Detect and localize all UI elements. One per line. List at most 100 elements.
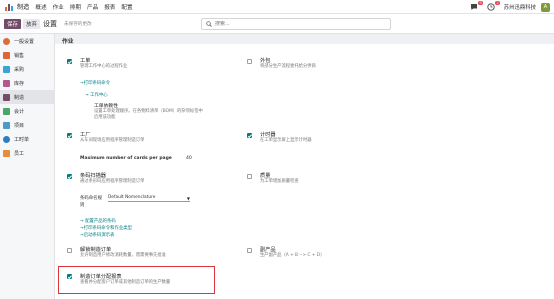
workcenters-link[interactable]: → 工作中心	[85, 92, 108, 98]
sidebar-item-label: 项目	[14, 122, 25, 129]
apps-menu-icon[interactable]	[4, 2, 14, 12]
shopfloor-checkbox[interactable]	[67, 133, 72, 138]
shopfloor-desc: 从车间现场应用程序管理制造订单	[80, 138, 145, 143]
chat-icon	[471, 4, 478, 10]
link-label: 打印条码命令和作业类型	[83, 226, 132, 231]
timer-title: 计时器	[260, 132, 276, 138]
subcontracting-title: 外包	[260, 58, 271, 64]
sidebar-item-label: 采购	[14, 66, 25, 73]
barcode-checkbox[interactable]	[67, 174, 72, 179]
nomenclature-select[interactable]: Default Nomenclature ▼	[108, 195, 190, 202]
print-barcode-commands-link[interactable]: →打印条码命令	[80, 80, 110, 86]
activities-button[interactable]: 2	[487, 0, 500, 12]
accounting-icon	[3, 107, 10, 115]
byproducts-checkbox[interactable]	[247, 248, 252, 253]
timer-desc: 在工单显示屏上显示计时器	[260, 138, 312, 143]
save-button[interactable]: 保存	[4, 19, 21, 29]
section-title: 作业	[62, 39, 74, 45]
menu-item-planning[interactable]: 排期	[70, 3, 81, 11]
timesheets-icon	[3, 135, 10, 143]
workorder-dependencies-title: 工单依赖性	[94, 104, 118, 109]
clock-icon	[487, 3, 495, 11]
byproducts-desc: 生产副产品（A + B --> C + D）	[260, 253, 325, 258]
app-name[interactable]: 制造	[17, 2, 29, 11]
general-settings-icon	[3, 37, 10, 45]
sidebar-item-label: 员工	[14, 150, 25, 157]
discard-button[interactable]: 放弃	[23, 19, 40, 29]
link-label: 工作中心	[90, 93, 108, 98]
top-navbar: 制造 概述 作业 排期 产品 报表 配置 9 2 苏州迅鼎科技 A	[0, 0, 554, 14]
menu-item-reporting[interactable]: 报表	[104, 3, 115, 11]
sidebar-item-purchase[interactable]: 采购	[0, 62, 54, 76]
unlock-mo-checkbox[interactable]	[67, 248, 72, 253]
nomenclature-select-value: Default Nomenclature	[108, 195, 156, 200]
unlock-mo-title: 解锁制造订单	[80, 247, 112, 253]
project-icon	[3, 121, 10, 129]
barcode-demo-sheet-link[interactable]: →启动条码演示表	[80, 232, 114, 238]
search-input[interactable]	[215, 21, 375, 27]
menu-item-overview[interactable]: 概述	[35, 3, 46, 11]
subcontracting-desc: 将部分生产流程委托给分供商	[260, 64, 316, 69]
sidebar-item-label: 一般设置	[14, 38, 35, 45]
sidebar-item-timesheets[interactable]: 工时单	[0, 132, 54, 146]
sidebar-item-project[interactable]: 项目	[0, 118, 54, 132]
sidebar-item-manufacturing[interactable]: 制造	[0, 90, 54, 104]
workorders-checkbox[interactable]	[67, 59, 72, 64]
unlock-mo-desc: 允许制造用户修改消耗数量，而需要事先批准	[80, 253, 166, 258]
settings-main: 作业 工单 管理工作中心的过程作业 →打印条码命令 → 工作中心 工单依赖性 设…	[55, 34, 554, 299]
configure-product-barcodes-link[interactable]: → 配置产品的条码	[80, 218, 116, 224]
unsaved-indicator: 未保存的更改	[64, 22, 92, 27]
sidebar-item-employees[interactable]: 员工	[0, 146, 54, 160]
timer-checkbox[interactable]	[247, 133, 252, 138]
caret-down-icon: ▼	[186, 196, 190, 201]
highlight-box	[58, 266, 215, 294]
workorder-dependencies-desc-2: 启用该功能	[94, 115, 116, 120]
messages-button[interactable]: 9	[470, 0, 483, 12]
byproducts-title: 副产品	[260, 247, 276, 253]
subcontracting-checkbox[interactable]	[247, 59, 252, 64]
menu-item-operations[interactable]: 作业	[53, 3, 64, 11]
print-barcode-operation-types-link[interactable]: →打印条码命令和作业类型	[80, 225, 132, 231]
link-label: 配置产品的条码	[85, 219, 116, 224]
sidebar-item-inventory[interactable]: 库存	[0, 76, 54, 90]
workorders-title: 工单	[80, 58, 91, 64]
sidebar-item-sales[interactable]: 销售	[0, 48, 54, 62]
search-icon	[206, 21, 212, 27]
main-menu: 概述 作业 排期 产品 报表 配置	[35, 3, 132, 11]
sidebar-item-label: 制造	[14, 94, 25, 101]
barcode-desc: 通过条形码应用程序管理制造订单	[80, 179, 145, 184]
inventory-icon	[3, 79, 10, 87]
quality-desc: 为工单增加质量检查	[260, 179, 299, 184]
workorders-desc: 管理工作中心的过程作业	[80, 64, 128, 69]
sidebar-item-accounting[interactable]: 会计	[0, 104, 54, 118]
quality-checkbox[interactable]	[247, 174, 252, 179]
purchase-icon	[3, 65, 10, 73]
sidebar-item-general-settings[interactable]: 一般设置	[0, 34, 54, 48]
max-cards-input[interactable]: 40	[186, 156, 192, 161]
settings-sidebar: 一般设置 销售 采购 库存 制造 会计 项目 工时单 员工	[0, 34, 55, 299]
max-cards-label: Maximum number of cards per page	[80, 156, 172, 161]
workorder-dependencies-desc: 设置工单处理顺序。在各物料清单（BOM）的杂项标签中	[94, 109, 203, 114]
sidebar-item-label: 销售	[14, 52, 25, 59]
nomenclature-label-2: 则	[80, 203, 85, 208]
menu-item-configuration[interactable]: 配置	[121, 3, 132, 11]
manufacturing-icon	[3, 93, 10, 101]
sales-icon	[3, 51, 10, 59]
search-box[interactable]	[201, 18, 391, 30]
barcode-title: 条码扫描器	[80, 173, 106, 179]
shopfloor-title: 工厂	[80, 132, 91, 138]
sidebar-item-label: 库存	[14, 80, 25, 87]
activities-badge: 2	[495, 0, 500, 5]
page-title: 设置	[43, 20, 57, 28]
messages-badge: 9	[478, 0, 483, 5]
systray: 9 2 苏州迅鼎科技 A	[470, 0, 550, 14]
section-header: 作业	[55, 34, 554, 45]
sidebar-item-label: 会计	[14, 108, 25, 115]
nomenclature-label: 条码命名规	[80, 196, 102, 201]
link-label: 启动条码演示表	[83, 233, 115, 238]
company-switcher[interactable]: 苏州迅鼎科技	[504, 3, 536, 11]
control-panel: 保存 放弃 设置 未保存的更改	[0, 14, 554, 34]
menu-item-products[interactable]: 产品	[87, 3, 98, 11]
employees-icon	[3, 149, 10, 157]
user-avatar[interactable]: A	[541, 2, 550, 12]
